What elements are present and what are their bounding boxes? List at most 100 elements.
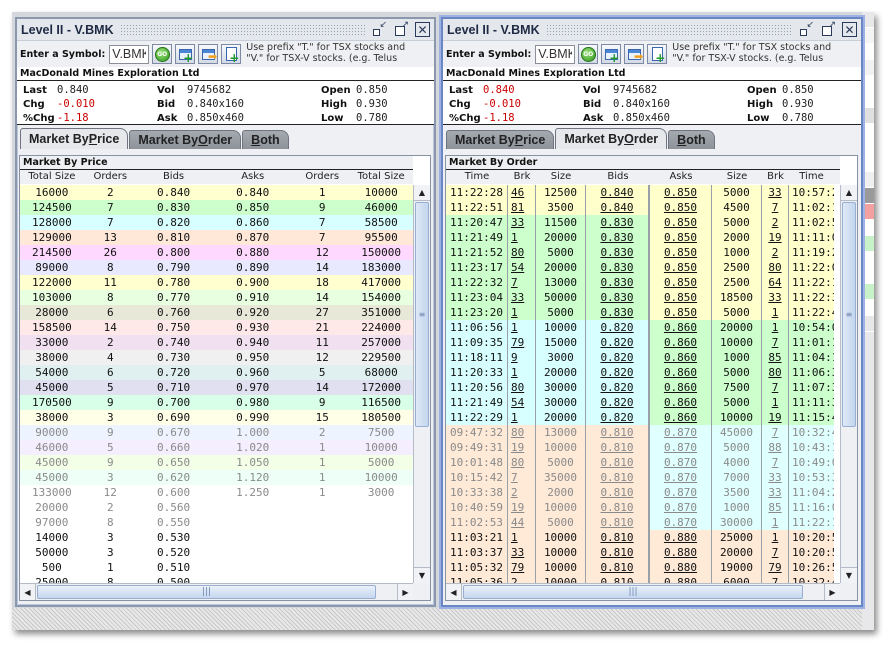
order-row[interactable]: 11:22:2846125000.8400.85050003310:57:20 [446, 185, 840, 200]
cell-ask-brk[interactable]: 7 [762, 545, 789, 560]
price-level-row[interactable]: 28000 6 0.760 0.920 27 351000 [20, 305, 413, 320]
cell-ask[interactable]: 0.850 [650, 215, 712, 230]
link-window-button[interactable]: ➡ [624, 44, 645, 64]
cell-bid-brk[interactable]: 19 [508, 440, 536, 455]
cell-bid-brk[interactable]: 1 [508, 305, 536, 320]
cell-ask[interactable]: 0.850 [650, 230, 712, 245]
price-level-row[interactable]: 20000 2 0.560 [20, 500, 413, 515]
column-header[interactable]: Size [712, 170, 762, 184]
go-button[interactable]: GO [152, 44, 173, 64]
window-titlebar[interactable]: Level II - V.BMK ↙ ↗ ✕ [443, 19, 861, 41]
cell-ask-brk[interactable]: 1 [762, 395, 789, 410]
price-level-row[interactable]: 500 1 0.510 [20, 560, 413, 575]
price-level-row[interactable]: 214500 26 0.800 0.880 12 150000 [20, 245, 413, 260]
price-level-row[interactable]: 38000 3 0.690 0.990 15 180500 [20, 410, 413, 425]
order-row[interactable]: 11:22:291200000.8200.860100001911:15:48 [446, 410, 840, 425]
column-header[interactable]: Total Size [349, 170, 413, 184]
cell-bid-brk[interactable]: 2 [508, 485, 536, 500]
cell-bid[interactable]: 0.830 [586, 260, 650, 275]
order-row[interactable]: 11:21:528050000.8300.8501000211:19:29 [446, 245, 840, 260]
price-level-row[interactable]: 46000 5 0.660 1.020 1 10000 [20, 440, 413, 455]
cell-bid-brk[interactable]: 80 [508, 425, 536, 440]
order-row[interactable]: 11:18:11930000.8200.86010008511:04:11 [446, 350, 840, 365]
vertical-scrollbar[interactable]: ▲ ≡ ▼ [413, 185, 430, 583]
cell-bid[interactable]: 0.810 [586, 500, 650, 515]
cell-ask-brk[interactable]: 33 [762, 470, 789, 485]
cell-bid-brk[interactable]: 2 [508, 575, 536, 583]
order-row[interactable]: 11:20:5680300000.8200.8607500711:07:30 [446, 380, 840, 395]
cell-ask-brk[interactable]: 33 [762, 290, 789, 305]
column-header[interactable]: Orders [84, 170, 137, 184]
cell-ask-brk[interactable]: 1 [762, 320, 789, 335]
cell-bid[interactable]: 0.810 [586, 515, 650, 530]
horizontal-scrollbar[interactable]: ◀ ||| ▶ [446, 583, 840, 600]
cell-ask[interactable]: 0.870 [650, 515, 712, 530]
cell-ask[interactable]: 0.870 [650, 440, 712, 455]
cell-ask[interactable]: 0.850 [650, 185, 712, 200]
cell-bid-brk[interactable]: 7 [508, 470, 536, 485]
price-level-row[interactable]: 89000 8 0.790 0.890 14 183000 [20, 260, 413, 275]
cell-ask[interactable]: 0.870 [650, 470, 712, 485]
cell-ask-brk[interactable]: 7 [762, 425, 789, 440]
order-row[interactable]: 11:03:211100000.8100.88025000110:20:53 [446, 530, 840, 545]
order-row[interactable]: 11:22:327130000.8300.85025006411:22:12 [446, 275, 840, 290]
column-header[interactable]: Brk [508, 170, 536, 184]
cell-ask[interactable]: 0.880 [650, 560, 712, 575]
cell-bid[interactable]: 0.810 [586, 545, 650, 560]
cell-ask-brk[interactable]: 33 [762, 185, 789, 200]
cell-bid[interactable]: 0.820 [586, 365, 650, 380]
new-window-button[interactable]: + [601, 44, 622, 64]
new-window-button[interactable]: + [175, 44, 196, 64]
cell-bid[interactable]: 0.810 [586, 470, 650, 485]
cell-bid[interactable]: 0.820 [586, 350, 650, 365]
tab-market-by-order[interactable]: Market By Order [555, 128, 668, 149]
cell-bid-brk[interactable]: 33 [508, 290, 536, 305]
titlebar-drag-grip[interactable] [119, 23, 365, 36]
cell-ask[interactable]: 0.860 [650, 350, 712, 365]
cell-bid[interactable]: 0.840 [586, 185, 650, 200]
horizontal-scroll-thumb[interactable]: ||| [463, 585, 803, 599]
price-level-row[interactable]: 158500 14 0.750 0.930 21 224000 [20, 320, 413, 335]
maximize-button[interactable]: ↗ [393, 20, 409, 38]
cell-bid-brk[interactable]: 54 [508, 260, 536, 275]
cell-ask[interactable]: 0.870 [650, 425, 712, 440]
cell-ask[interactable]: 0.850 [650, 200, 712, 215]
order-row[interactable]: 11:23:1754200000.8300.85025008011:22:03 [446, 260, 840, 275]
horizontal-scrollbar[interactable]: ◀ ||| ▶ [20, 583, 413, 600]
cell-bid[interactable]: 0.810 [586, 440, 650, 455]
scroll-right-button[interactable]: ▶ [397, 584, 413, 600]
scroll-up-button[interactable]: ▲ [841, 185, 857, 201]
link-window-button[interactable]: ➡ [198, 44, 219, 64]
cell-ask-brk[interactable]: 2 [762, 215, 789, 230]
price-level-row[interactable]: 33000 2 0.740 0.940 11 257000 [20, 335, 413, 350]
order-row[interactable]: 10:33:38220000.8100.87035003311:04:26 [446, 485, 840, 500]
cell-bid[interactable]: 0.810 [586, 575, 650, 583]
cell-bid-brk[interactable]: 80 [508, 245, 536, 260]
cell-ask[interactable]: 0.850 [650, 260, 712, 275]
cell-bid[interactable]: 0.830 [586, 290, 650, 305]
price-level-row[interactable]: 90000 9 0.670 1.000 2 7500 [20, 425, 413, 440]
cell-bid[interactable]: 0.820 [586, 320, 650, 335]
scroll-right-button[interactable]: ▶ [824, 584, 840, 600]
vertical-scrollbar[interactable]: ▲ ≡ ▼ [840, 185, 857, 583]
cell-bid-brk[interactable]: 80 [508, 455, 536, 470]
tab-both[interactable]: Both [668, 130, 715, 149]
cell-bid[interactable]: 0.830 [586, 215, 650, 230]
price-level-row[interactable]: 45000 5 0.710 0.970 14 172000 [20, 380, 413, 395]
order-row[interactable]: 11:05:362100000.8100.8806000710:32:47 [446, 575, 840, 583]
cell-bid[interactable]: 0.830 [586, 275, 650, 290]
vertical-scroll-thumb[interactable]: ≡ [415, 202, 429, 427]
order-row[interactable]: 10:15:427350000.8100.87070003310:53:39 [446, 470, 840, 485]
cell-bid[interactable]: 0.810 [586, 485, 650, 500]
order-row[interactable]: 11:20:331200000.8200.86050008011:06:38 [446, 365, 840, 380]
column-header[interactable]: Total Size [20, 170, 84, 184]
price-level-row[interactable]: 124500 7 0.830 0.850 9 46000 [20, 200, 413, 215]
price-level-row[interactable]: 54000 6 0.720 0.960 5 68000 [20, 365, 413, 380]
scroll-left-button[interactable]: ◀ [446, 584, 462, 600]
cell-bid-brk[interactable]: 1 [508, 320, 536, 335]
tab-both[interactable]: Both [242, 130, 289, 149]
order-row[interactable]: 11:23:0433500000.8300.850185003311:22:31 [446, 290, 840, 305]
close-button[interactable]: ✕ [415, 22, 430, 37]
cell-bid-brk[interactable]: 1 [508, 365, 536, 380]
cell-bid[interactable]: 0.810 [586, 455, 650, 470]
